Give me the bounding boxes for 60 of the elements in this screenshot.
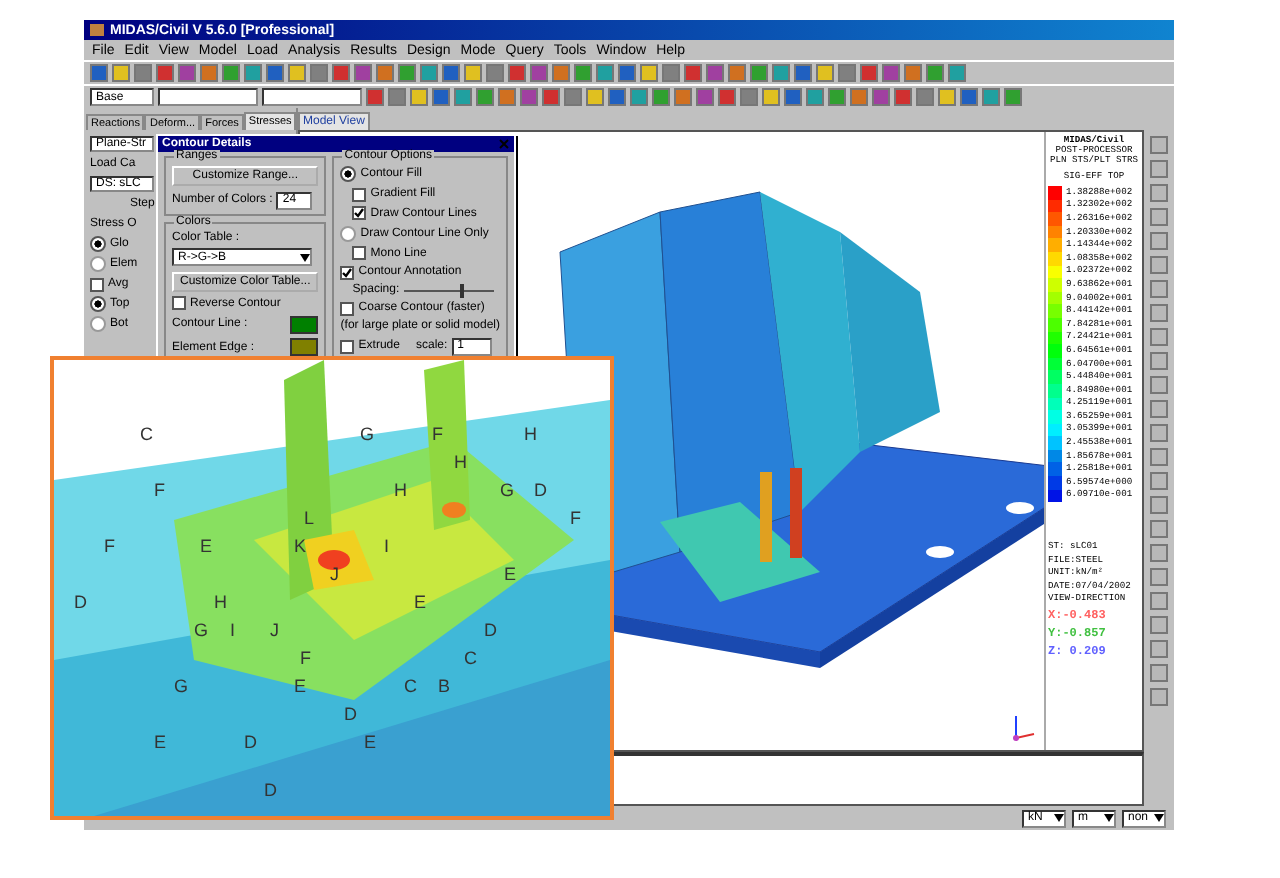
radio-button[interactable] — [90, 256, 106, 272]
contour-label: H — [214, 592, 227, 612]
contour-label: G — [174, 676, 189, 696]
contour-label: G — [500, 480, 515, 500]
checkbox[interactable] — [340, 339, 355, 353]
contour-label: D — [244, 732, 257, 752]
contour-label: D — [484, 620, 497, 640]
contour-label: D — [74, 592, 87, 612]
checkbox[interactable] — [340, 265, 355, 279]
contour-label: D — [344, 704, 357, 724]
contour-label: I — [230, 620, 236, 640]
caret-icon — [1104, 814, 1114, 822]
contour-label: L — [304, 508, 315, 528]
contour-label: D — [264, 780, 277, 800]
contour-label: E — [504, 564, 517, 584]
contour-label: C — [464, 648, 477, 668]
contour-label: F — [104, 536, 115, 556]
contour-label: J — [270, 620, 279, 640]
radio-button[interactable] — [340, 166, 357, 182]
contour-label: F — [154, 480, 165, 500]
contour-label: C — [404, 676, 417, 696]
contour-label: I — [384, 536, 390, 556]
caret-icon — [1054, 814, 1064, 822]
caret-icon — [300, 253, 310, 261]
checkbox[interactable] — [172, 296, 186, 310]
contour-label: J — [330, 564, 339, 584]
contour-label: H — [524, 424, 537, 444]
contour-label: E — [154, 732, 167, 752]
color-swatch[interactable] — [290, 338, 319, 356]
caret-icon — [1154, 814, 1164, 822]
combo-box[interactable] — [262, 88, 362, 106]
checkbox[interactable] — [90, 277, 104, 291]
close-icon[interactable] — [498, 138, 510, 150]
contour-label: D — [534, 480, 547, 500]
radio-button[interactable] — [90, 296, 106, 312]
contour-label: F — [570, 508, 581, 528]
contour-label: E — [414, 592, 427, 612]
contour-label: H — [394, 480, 407, 500]
checkbox[interactable] — [352, 187, 367, 201]
checkbox[interactable] — [352, 246, 367, 260]
app-icon — [90, 24, 104, 36]
contour-label: C — [140, 424, 153, 444]
contour-label: E — [294, 676, 307, 696]
contour-label: F — [432, 424, 443, 444]
contour-label: F — [300, 648, 311, 668]
checkbox[interactable] — [352, 206, 367, 220]
contour-label: H — [454, 452, 467, 472]
radio-button[interactable] — [340, 225, 357, 241]
contour-label: B — [438, 676, 451, 696]
radio-button[interactable] — [90, 236, 106, 252]
contour-label: E — [364, 732, 377, 752]
checkbox[interactable] — [340, 301, 355, 315]
contour-label: E — [200, 536, 213, 556]
color-swatch[interactable] — [290, 315, 319, 333]
contour-label: K — [294, 536, 307, 556]
axis-triad-icon — [1008, 714, 1036, 742]
radio-button[interactable] — [90, 316, 106, 332]
slider-thumb[interactable] — [459, 283, 464, 297]
combo-box[interactable] — [158, 88, 258, 106]
contour-label: G — [194, 620, 209, 640]
